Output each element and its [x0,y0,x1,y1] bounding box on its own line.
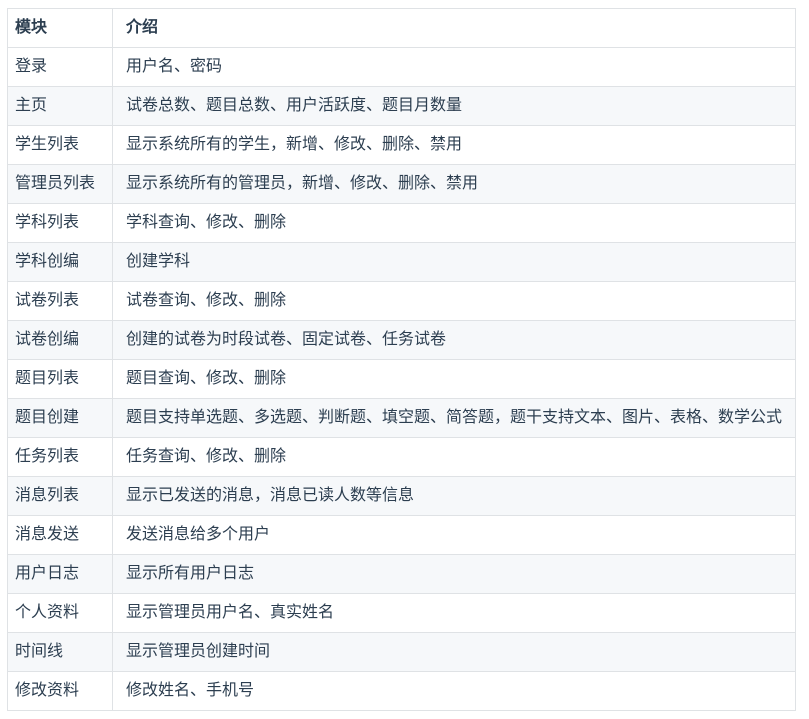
module-cell: 修改资料 [7,671,113,711]
module-cell: 试卷创编 [7,320,113,360]
column-header-intro: 介绍 [112,8,796,48]
table-row: 登录 用户名、密码 [7,47,796,87]
intro-cell: 显示系统所有的学生，新增、修改、删除、禁用 [112,125,796,165]
table-body: 登录 用户名、密码 主页 试卷总数、题目总数、用户活跃度、题目月数量 学生列表 显示系统所… [7,47,796,711]
table-row: 题目创建 题目支持单选题、多选题、判断题、填空题、简答题，题干支持文本、图片、表格… [7,398,796,438]
intro-cell: 显示管理员用户名、真实姓名 [112,593,796,633]
modules-table: 模块 介绍 登录 用户名、密码 主页 试卷总数、题目总数、用户活跃度、题目月数量 学生列… [7,8,796,711]
table-row: 消息发送 发送消息给多个用户 [7,515,796,555]
module-cell: 试卷列表 [7,281,113,321]
module-cell: 主页 [7,86,113,126]
column-header-module: 模块 [7,8,113,48]
table-row: 试卷列表 试卷查询、修改、删除 [7,281,796,321]
intro-cell: 用户名、密码 [112,47,796,87]
table-row: 时间线 显示管理员创建时间 [7,632,796,672]
module-cell: 个人资料 [7,593,113,633]
table-row: 题目列表 题目查询、修改、删除 [7,359,796,399]
module-cell: 消息列表 [7,476,113,516]
header-row: 模块 介绍 [7,8,796,48]
table-row: 用户日志 显示所有用户日志 [7,554,796,594]
module-cell: 学生列表 [7,125,113,165]
module-cell: 用户日志 [7,554,113,594]
module-cell: 题目创建 [7,398,113,438]
module-cell: 时间线 [7,632,113,672]
module-cell: 题目列表 [7,359,113,399]
intro-cell: 显示已发送的消息，消息已读人数等信息 [112,476,796,516]
intro-cell: 发送消息给多个用户 [112,515,796,555]
intro-cell: 修改姓名、手机号 [112,671,796,711]
module-cell: 登录 [7,47,113,87]
intro-cell: 题目查询、修改、删除 [112,359,796,399]
module-cell: 任务列表 [7,437,113,477]
intro-cell: 显示系统所有的管理员，新增、修改、删除、禁用 [112,164,796,204]
intro-cell: 显示所有用户日志 [112,554,796,594]
module-cell: 学科列表 [7,203,113,243]
module-cell: 消息发送 [7,515,113,555]
table-row: 管理员列表 显示系统所有的管理员，新增、修改、删除、禁用 [7,164,796,204]
intro-cell: 学科查询、修改、删除 [112,203,796,243]
intro-cell: 试卷查询、修改、删除 [112,281,796,321]
intro-cell: 试卷总数、题目总数、用户活跃度、题目月数量 [112,86,796,126]
module-cell: 管理员列表 [7,164,113,204]
table-row: 修改资料 修改姓名、手机号 [7,671,796,711]
table-row: 个人资料 显示管理员用户名、真实姓名 [7,593,796,633]
table-row: 主页 试卷总数、题目总数、用户活跃度、题目月数量 [7,86,796,126]
table-row: 学生列表 显示系统所有的学生，新增、修改、删除、禁用 [7,125,796,165]
intro-cell: 创建的试卷为时段试卷、固定试卷、任务试卷 [112,320,796,360]
intro-cell: 创建学科 [112,242,796,282]
table-row: 学科创编 创建学科 [7,242,796,282]
table-row: 消息列表 显示已发送的消息，消息已读人数等信息 [7,476,796,516]
intro-cell: 题目支持单选题、多选题、判断题、填空题、简答题，题干支持文本、图片、表格、数学公… [112,398,796,438]
table-row: 任务列表 任务查询、修改、删除 [7,437,796,477]
table-row: 学科列表 学科查询、修改、删除 [7,203,796,243]
intro-cell: 任务查询、修改、删除 [112,437,796,477]
intro-cell: 显示管理员创建时间 [112,632,796,672]
table-row: 试卷创编 创建的试卷为时段试卷、固定试卷、任务试卷 [7,320,796,360]
module-cell: 学科创编 [7,242,113,282]
